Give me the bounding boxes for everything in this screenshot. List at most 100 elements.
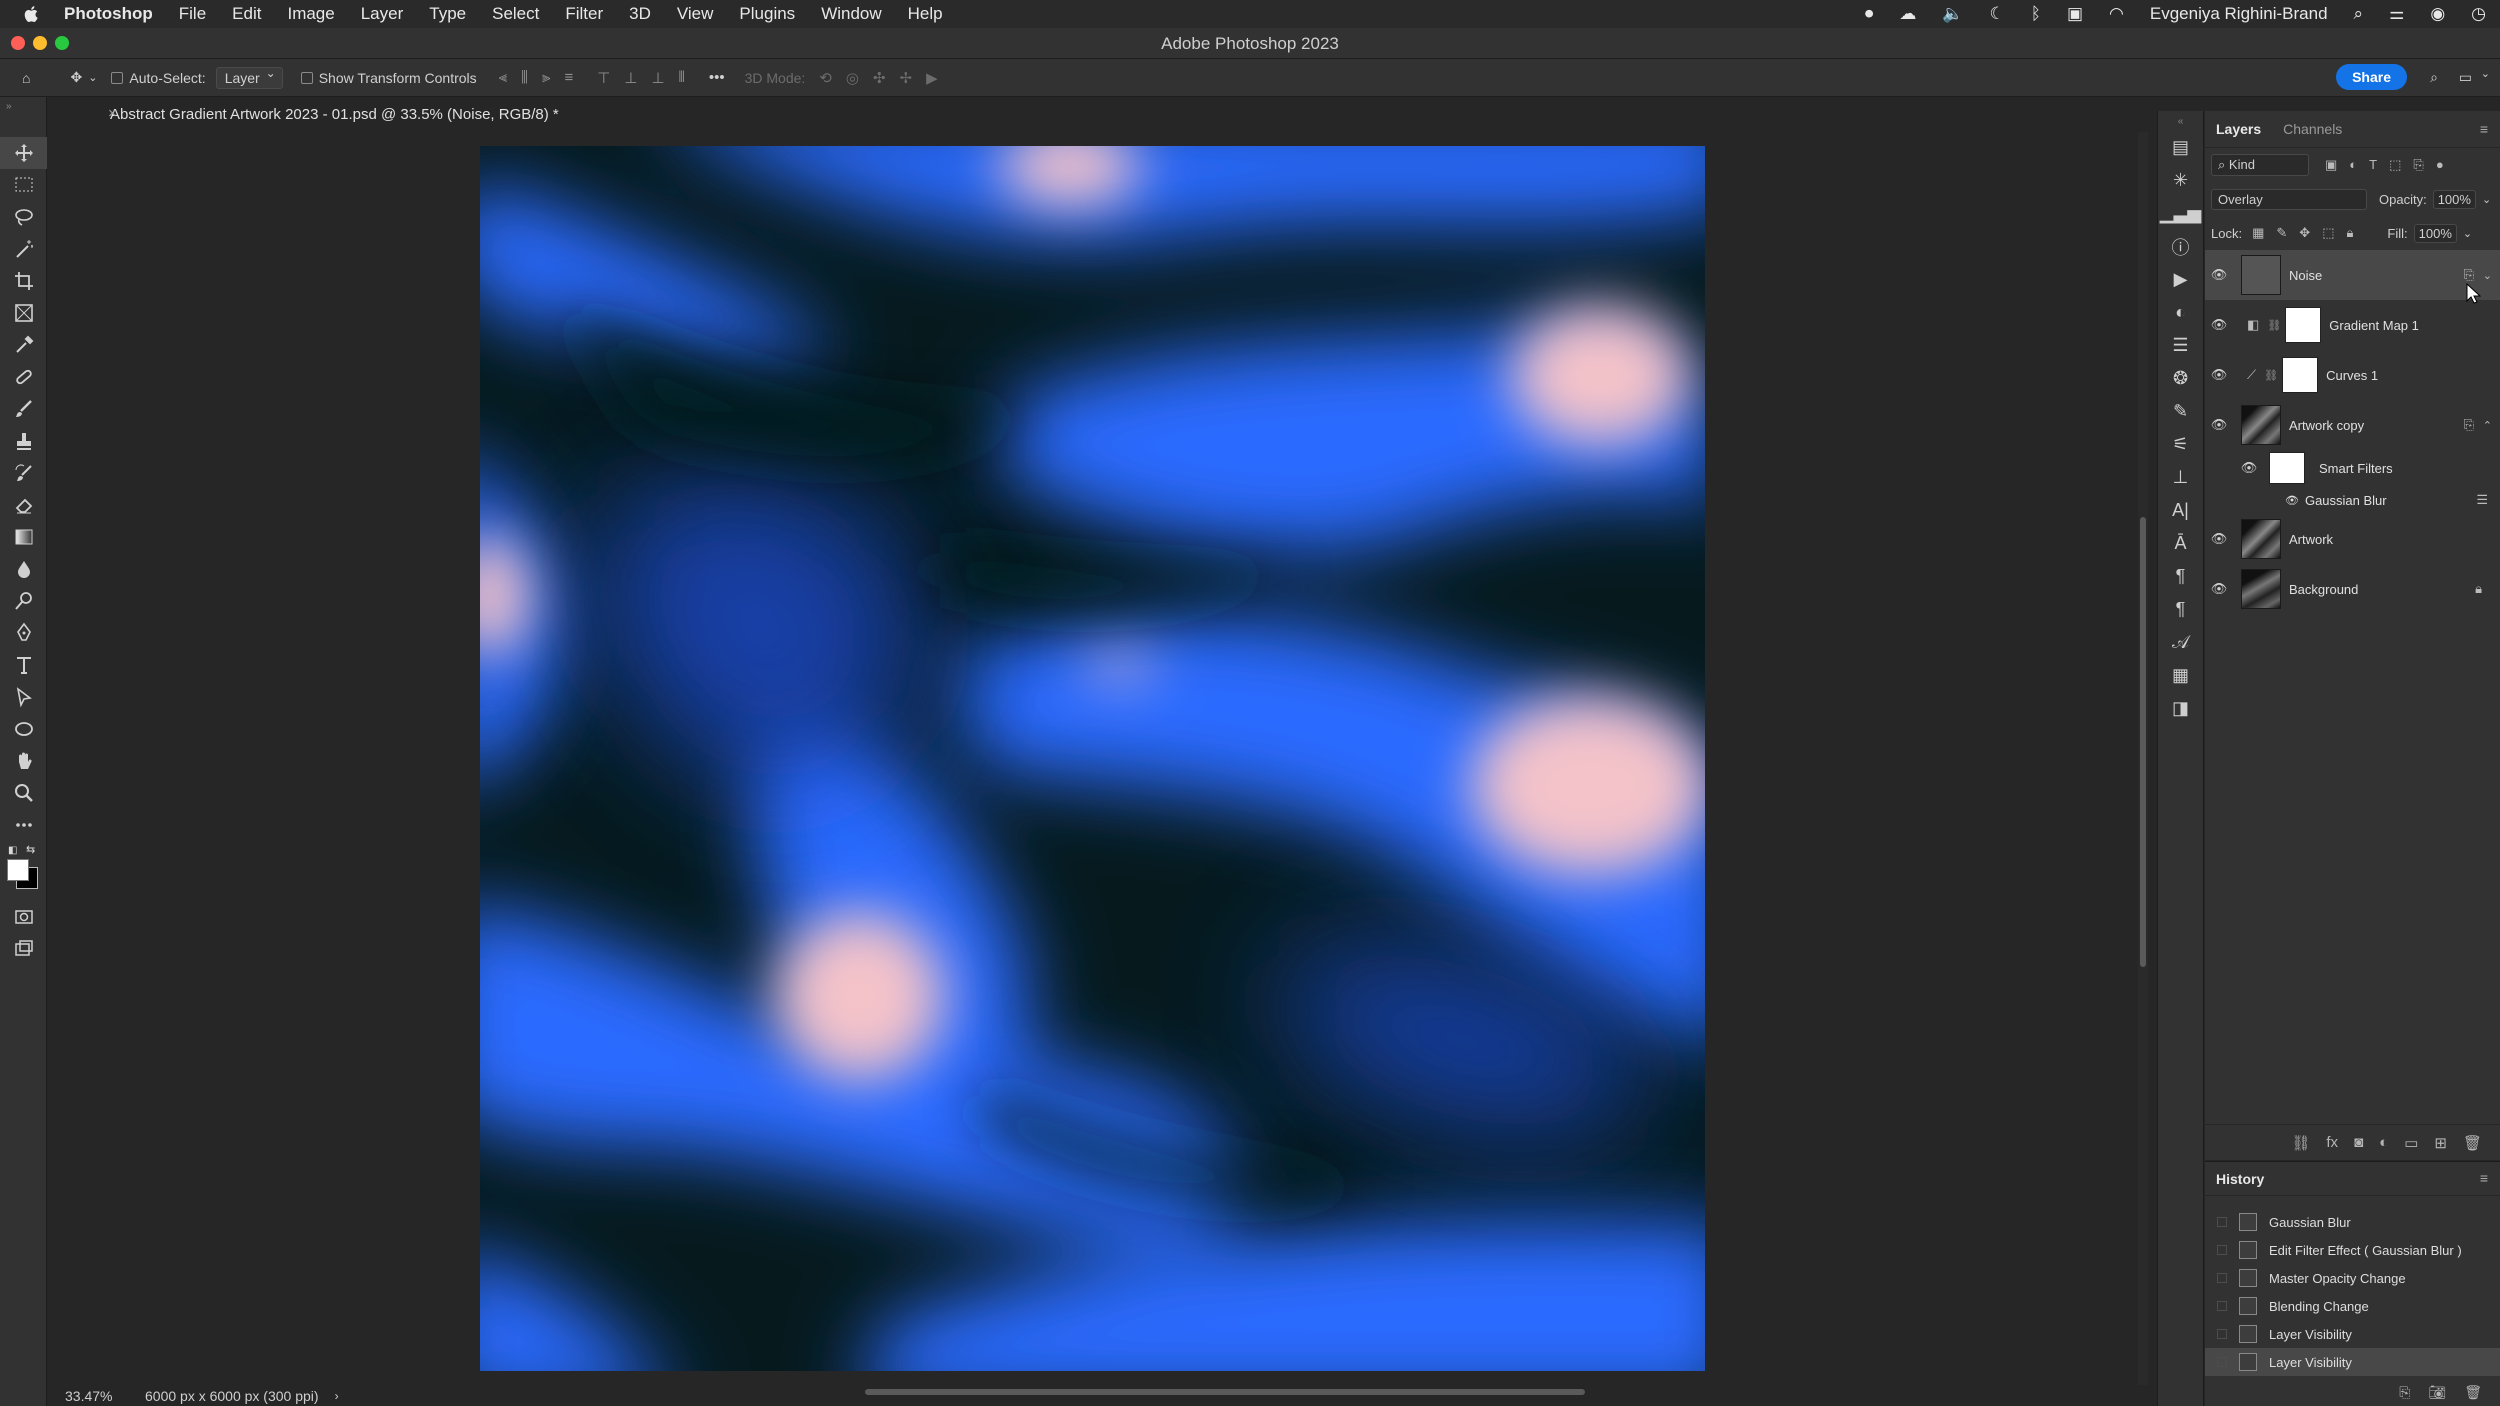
menu-window[interactable]: Window	[821, 4, 881, 24]
marquee-tool[interactable]	[0, 169, 47, 201]
volume-icon[interactable]: 🔈	[1942, 4, 1963, 24]
expand-effects-icon[interactable]: ⌄	[2483, 269, 2492, 282]
tool-preset-chevron-icon[interactable]: ⌄	[88, 71, 97, 84]
clone-stamp-tool[interactable]	[0, 425, 47, 457]
layer-row-gradient-map[interactable]: 👁︎ ◧ ⛓ Gradient Map 1	[2205, 300, 2500, 350]
history-panel-menu-icon[interactable]: ≡	[2480, 1170, 2488, 1186]
layer-row-artwork[interactable]: 👁︎ Artwork	[2205, 514, 2500, 564]
quick-mask-button[interactable]	[0, 901, 47, 933]
properties-panel-icon[interactable]: ☰	[2158, 329, 2203, 362]
3d-slide-icon[interactable]: ✢	[900, 69, 913, 87]
lock-all-icon[interactable]: 🔒︎	[2346, 225, 2353, 241]
history-brush-source-box[interactable]	[2217, 1329, 2227, 1339]
clone-source-panel-icon[interactable]: ⊥	[2158, 461, 2203, 494]
ellipse-tool[interactable]	[0, 713, 47, 745]
link-layers-icon[interactable]: ⛓	[2291, 1134, 2310, 1152]
3d-orbit-icon[interactable]: ⟲	[819, 69, 832, 87]
gradient-tool[interactable]	[0, 521, 47, 553]
gradients-panel-icon[interactable]: ◨	[2158, 692, 2203, 725]
new-group-icon[interactable]: ▭	[2404, 1134, 2418, 1152]
brushes-panel-icon[interactable]: ⚟	[2158, 428, 2203, 461]
visibility-eye-icon[interactable]: 👁︎	[2205, 367, 2233, 383]
lock-image-icon[interactable]: ✎	[2276, 225, 2287, 241]
glyphs-panel-icon[interactable]: Ā	[2158, 527, 2203, 560]
snapshot-camera-icon[interactable]: 📷︎	[2428, 1384, 2446, 1401]
brush-settings-panel-icon[interactable]: ✎	[2158, 395, 2203, 428]
menu-3d[interactable]: 3D	[629, 4, 651, 24]
iconstrip-collapse-icon[interactable]: «	[2158, 111, 2203, 131]
3d-camera-icon[interactable]: ▶	[926, 69, 938, 87]
info-panel-icon[interactable]: ⓘ	[2158, 230, 2203, 263]
menubar-user[interactable]: Evgeniya Righini-Brand	[2150, 4, 2328, 24]
tab-channels[interactable]: Channels	[2272, 121, 2353, 137]
character-panel-icon[interactable]: A|	[2158, 494, 2203, 527]
opacity-input[interactable]: 100%	[2432, 189, 2476, 209]
more-options-icon[interactable]: •••	[709, 69, 725, 87]
distribute-vertical-icon[interactable]: ⫴	[679, 69, 685, 87]
vertical-scrollbar[interactable]	[2138, 132, 2148, 1385]
opacity-chevron-icon[interactable]: ⌄	[2482, 193, 2491, 206]
menu-plugins[interactable]: Plugins	[739, 4, 795, 24]
learn-panel-icon[interactable]: ▤	[2158, 131, 2203, 164]
search-icon[interactable]: ⌕	[2430, 69, 2438, 86]
smart-filters-row[interactable]: 👁︎ Smart Filters	[2205, 450, 2500, 486]
layer-mask-thumbnail[interactable]	[2285, 307, 2322, 343]
tab-history[interactable]: History	[2205, 1171, 2275, 1187]
menu-view[interactable]: View	[677, 4, 714, 24]
fill-input[interactable]: 100%	[2413, 223, 2457, 243]
dodge-tool[interactable]	[0, 585, 47, 617]
3d-roll-icon[interactable]: ◎	[846, 69, 859, 87]
edit-toolbar-button[interactable]	[0, 809, 47, 841]
bluetooth-icon[interactable]: ᛒ	[2031, 4, 2041, 24]
align-right-icon[interactable]: ⫸	[542, 69, 550, 87]
visibility-eye-icon[interactable]: 👁︎	[2205, 531, 2233, 547]
add-mask-icon[interactable]: ◙	[2354, 1134, 2363, 1151]
zoom-level[interactable]: 33.47%	[65, 1388, 145, 1404]
filter-toggle-icon[interactable]: ●	[2436, 157, 2444, 173]
swap-colors-icon[interactable]: ⇆	[26, 843, 35, 856]
siri-icon[interactable]: ◉	[2430, 4, 2445, 24]
visibility-eye-icon[interactable]: 👁︎	[2205, 417, 2233, 433]
creative-cloud-icon[interactable]: ☁	[1899, 4, 1916, 24]
artwork-canvas[interactable]	[480, 146, 1705, 1371]
blend-mode-dropdown[interactable]: Overlay	[2211, 188, 2367, 210]
fill-chevron-icon[interactable]: ⌄	[2463, 227, 2472, 240]
paragraph-panel-icon[interactable]: ¶	[2158, 560, 2203, 593]
record-icon[interactable]: ⏺	[1865, 4, 1874, 24]
align-bottom-icon[interactable]: ⊥	[651, 69, 664, 87]
filter-smart-object-icon[interactable]: ⎘	[2413, 157, 2423, 173]
visibility-eye-icon[interactable]: 👁︎	[2285, 494, 2299, 507]
distribute-icon[interactable]: ≡	[565, 69, 574, 87]
show-transform-toggle[interactable]: Show Transform Controls	[300, 70, 477, 86]
fx-icon[interactable]: fx	[2326, 1134, 2338, 1151]
paragraph-styles-panel-icon[interactable]: ¶	[2158, 593, 2203, 626]
eraser-tool[interactable]	[0, 489, 47, 521]
visibility-eye-icon[interactable]: 👁︎	[2205, 581, 2233, 597]
filter-adjustment-icon[interactable]: ◐	[2349, 157, 2357, 173]
history-brush-source-box[interactable]	[2217, 1217, 2227, 1227]
default-colors-icon[interactable]: ◧	[8, 845, 17, 856]
auto-select-toggle[interactable]: Auto-Select:	[111, 70, 206, 86]
history-brush-source-box[interactable]	[2217, 1245, 2227, 1255]
history-state[interactable]: Gaussian Blur	[2205, 1208, 2500, 1236]
workspace-icon[interactable]: ▭	[2459, 69, 2472, 86]
menu-type[interactable]: Type	[429, 4, 466, 24]
visibility-eye-icon[interactable]: 👁︎	[2205, 267, 2233, 283]
lasso-tool[interactable]	[0, 201, 47, 233]
foreground-color-swatch[interactable]	[7, 859, 29, 881]
history-brush-source-box[interactable]	[2217, 1273, 2227, 1283]
layer-row-curves[interactable]: 👁︎ ⟋ ⛓ Curves 1	[2205, 350, 2500, 400]
menu-image[interactable]: Image	[287, 4, 334, 24]
menu-app-name[interactable]: Photoshop	[64, 4, 153, 24]
lock-transparent-icon[interactable]: ▦	[2252, 225, 2264, 241]
visibility-eye-icon[interactable]: 👁︎	[2239, 460, 2259, 476]
moon-icon[interactable]: ☾	[1990, 4, 2005, 24]
align-center-icon[interactable]: ⫼	[521, 69, 528, 87]
swatches-panel-icon[interactable]: ❂	[2158, 362, 2203, 395]
align-middle-icon[interactable]: ⊥	[624, 69, 637, 87]
document-tab[interactable]: × Abstract Gradient Artwork 2023 - 01.ps…	[50, 100, 571, 130]
pen-tool[interactable]	[0, 617, 47, 649]
visibility-eye-icon[interactable]: 👁︎	[2205, 317, 2233, 333]
show-transform-checkbox[interactable]	[300, 71, 313, 84]
home-icon[interactable]: ⌂	[22, 70, 30, 86]
